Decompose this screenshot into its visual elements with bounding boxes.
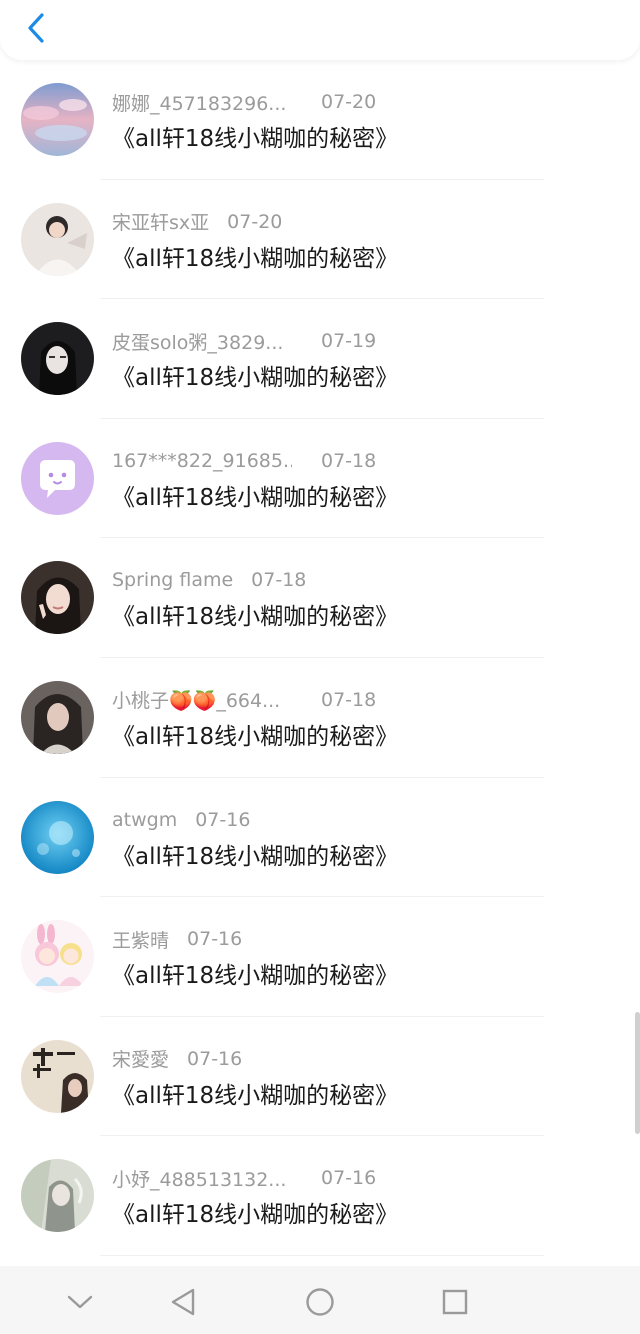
item-message: 《all轩18线小糊咖的秘密》 bbox=[112, 245, 399, 272]
sender-name: 皮蛋solo粥_3829... bbox=[112, 331, 284, 354]
list-item[interactable]: 小桃子🍑🍑_664... 07-18 《all轩18线小糊咖的秘密》 bbox=[0, 658, 640, 778]
avatar bbox=[21, 1159, 94, 1233]
sender-name: Spring flame bbox=[112, 569, 234, 592]
list-item[interactable]: 娜娜_457183296... 07-20 《all轩18线小糊咖的秘密》 bbox=[0, 60, 640, 180]
item-meta: 167***822_91685... 07-18 bbox=[112, 447, 376, 475]
item-meta: 娜娜_457183296... 07-20 bbox=[112, 88, 376, 116]
item-date: 07-16 bbox=[187, 928, 243, 951]
sender-name: 小桃子🍑🍑_664... bbox=[112, 690, 281, 713]
avatar bbox=[21, 561, 94, 635]
list-item[interactable]: atwgm 07-16 《all轩18线小糊咖的秘密》 bbox=[0, 778, 640, 898]
item-message: 《all轩18线小糊咖的秘密》 bbox=[112, 365, 399, 392]
item-meta: 宋亚轩sx亚 07-20 bbox=[112, 208, 282, 236]
item-meta: 王紫晴 07-16 bbox=[112, 925, 242, 953]
item-meta: atwgm 07-16 bbox=[112, 806, 250, 834]
system-nav-bar bbox=[0, 1266, 640, 1334]
avatar bbox=[21, 83, 94, 156]
item-meta: 小妤_488513132... 07-16 bbox=[112, 1164, 376, 1192]
home-circle-icon bbox=[306, 1288, 334, 1316]
scrollbar[interactable] bbox=[635, 1012, 640, 1134]
avatar bbox=[21, 920, 94, 994]
item-date: 07-19 bbox=[321, 330, 377, 353]
back-button[interactable] bbox=[14, 6, 58, 50]
item-meta: 小桃子🍑🍑_664... 07-18 bbox=[112, 686, 376, 714]
sender-name: 王紫晴 bbox=[112, 929, 170, 952]
avatar bbox=[21, 322, 94, 396]
sender-name: 娜娜_457183296... bbox=[112, 92, 287, 115]
recents-square-icon bbox=[442, 1289, 468, 1315]
item-message: 《all轩18线小糊咖的秘密》 bbox=[112, 723, 399, 750]
item-date: 07-16 bbox=[321, 1167, 377, 1190]
nav-back-button[interactable] bbox=[161, 1280, 205, 1324]
item-message: 《all轩18线小糊咖的秘密》 bbox=[112, 484, 399, 511]
sender-name: 167***822_91685... bbox=[112, 449, 292, 472]
item-meta: 皮蛋solo粥_3829... 07-19 bbox=[112, 327, 376, 355]
item-date: 07-20 bbox=[321, 91, 377, 113]
divider bbox=[100, 1254, 544, 1256]
sender-name: 宋亚轩sx亚 bbox=[112, 212, 210, 235]
list-item[interactable]: 小妤_488513132... 07-16 《all轩18线小糊咖的秘密》 bbox=[0, 1136, 640, 1256]
chevron-left-icon bbox=[28, 13, 44, 43]
back-triangle-icon bbox=[171, 1288, 195, 1316]
sender-name: 小妤_488513132... bbox=[112, 1168, 287, 1191]
nav-recents-button[interactable] bbox=[433, 1280, 477, 1324]
item-date: 07-16 bbox=[187, 1047, 243, 1070]
message-list: 娜娜_457183296... 07-20 《all轩18线小糊咖的秘密》 宋亚… bbox=[0, 60, 640, 1256]
list-item[interactable]: 宋愛愛 07-16 《all轩18线小糊咖的秘密》 bbox=[0, 1017, 640, 1137]
list-item[interactable]: 王紫晴 07-16 《all轩18线小糊咖的秘密》 bbox=[0, 897, 640, 1017]
nav-home-button[interactable] bbox=[298, 1280, 342, 1324]
avatar bbox=[21, 800, 94, 874]
item-date: 07-18 bbox=[321, 688, 377, 711]
item-date: 07-18 bbox=[321, 449, 377, 472]
item-message: 《all轩18线小糊咖的秘密》 bbox=[112, 1082, 399, 1109]
item-message: 《all轩18线小糊咖的秘密》 bbox=[112, 843, 399, 870]
sender-name: 宋愛愛 bbox=[112, 1049, 170, 1072]
avatar bbox=[21, 680, 94, 754]
item-meta: Spring flame 07-18 bbox=[112, 566, 306, 594]
avatar bbox=[21, 1039, 94, 1113]
avatar bbox=[21, 441, 94, 515]
item-date: 07-20 bbox=[227, 210, 283, 233]
item-message: 《all轩18线小糊咖的秘密》 bbox=[112, 963, 399, 990]
item-message: 《all轩18线小糊咖的秘密》 bbox=[112, 604, 399, 631]
item-meta: 宋愛愛 07-16 bbox=[112, 1045, 242, 1073]
list-item[interactable]: 皮蛋solo粥_3829... 07-19 《all轩18线小糊咖的秘密》 bbox=[0, 299, 640, 419]
item-date: 07-16 bbox=[195, 808, 251, 831]
item-message: 《all轩18线小糊咖的秘密》 bbox=[112, 126, 399, 152]
list-item[interactable]: Spring flame 07-18 《all轩18线小糊咖的秘密》 bbox=[0, 538, 640, 658]
list-item[interactable]: 167***822_91685... 07-18 《all轩18线小糊咖的秘密》 bbox=[0, 419, 640, 539]
chevron-down-icon bbox=[67, 1295, 93, 1309]
item-date: 07-18 bbox=[251, 569, 307, 592]
nav-collapse-button[interactable] bbox=[58, 1280, 102, 1324]
sender-name: atwgm bbox=[112, 808, 178, 831]
list-item[interactable]: 宋亚轩sx亚 07-20 《all轩18线小糊咖的秘密》 bbox=[0, 180, 640, 300]
top-bar bbox=[0, 0, 640, 60]
avatar bbox=[21, 202, 94, 276]
item-message: 《all轩18线小糊咖的秘密》 bbox=[112, 1202, 399, 1229]
